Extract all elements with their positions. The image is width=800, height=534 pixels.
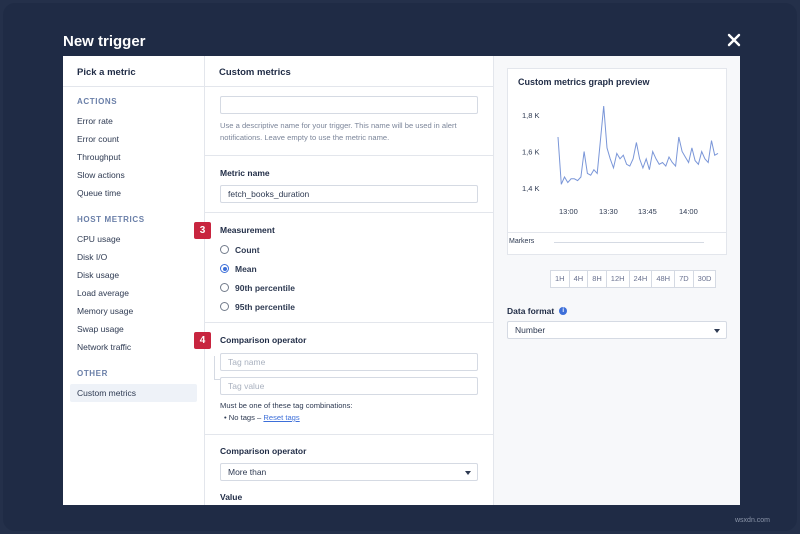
y-tick-label: 1,8 K: [522, 111, 540, 120]
measurement-option-mean[interactable]: Mean: [220, 259, 478, 278]
sidebar-item-error-count[interactable]: Error count: [63, 130, 204, 148]
sidebar-item-slow-actions[interactable]: Slow actions: [63, 166, 204, 184]
sidebar-item-error-rate[interactable]: Error rate: [63, 112, 204, 130]
data-format-value: Number: [515, 325, 546, 335]
comparison-section: Comparison operator More than Value: [205, 435, 493, 502]
reset-tags-link[interactable]: Reset tags: [263, 413, 299, 422]
x-tick-label: 13:00: [559, 207, 578, 216]
graph-preview-card: Custom metrics graph preview 1,8 K 1,6 K1…: [507, 68, 727, 255]
y-tick-label: 1,4 K: [522, 184, 540, 193]
radio-label: 95th percentile: [235, 301, 295, 312]
sidebar-item-throughput[interactable]: Throughput: [63, 148, 204, 166]
series-line: [557, 106, 719, 185]
sidebar-item-custom-metrics[interactable]: Custom metrics: [70, 384, 197, 402]
nav-section-actions: ACTIONS: [77, 97, 118, 106]
markers-divider: [508, 232, 726, 233]
trigger-name-input[interactable]: [220, 96, 478, 114]
tags-bullet: • No tags – Reset tags: [220, 412, 478, 424]
metric-name-input[interactable]: fetch_books_duration: [220, 185, 478, 203]
custom-metrics-header: Custom metrics: [205, 56, 493, 87]
range-button-7d[interactable]: 7D: [675, 271, 694, 287]
radio-button[interactable]: [220, 264, 229, 273]
modal-title: New trigger: [63, 33, 146, 50]
sidebar-item-cpu-usage[interactable]: CPU usage: [63, 230, 204, 248]
nav-section-host-metrics: HOST METRICS: [77, 215, 145, 224]
metric-picker-header: Pick a metric: [63, 56, 204, 87]
trigger-panel: Pick a metric ACTIONS Error rate Error cou…: [63, 56, 740, 505]
measurement-option-95th-percentile[interactable]: 95th percentile: [220, 297, 478, 316]
time-range-selector: 1H 4H 8H 12H 24H 48H 7D 30D: [550, 270, 717, 288]
metrics-chart: 1,8 K 1,6 K 1,4 K 13:00 13:30 13:45 14:00: [522, 106, 719, 216]
nav-section-other: OTHER: [77, 369, 108, 378]
data-format-label-row: Data format i: [507, 306, 568, 316]
sidebar-item-memory-usage[interactable]: Memory usage: [63, 302, 204, 320]
watermark: wsxdn.com: [735, 517, 771, 524]
measurement-label: Measurement: [220, 225, 275, 235]
measurement-option-count[interactable]: Count: [220, 240, 478, 259]
x-tick-label: 14:00: [679, 207, 698, 216]
close-icon[interactable]: [727, 33, 741, 47]
measurement-option-90th-percentile[interactable]: 90th percentile: [220, 278, 478, 297]
range-button-48h[interactable]: 48H: [652, 271, 676, 287]
preview-panel: Custom metrics graph preview 1,8 K 1,6 K1…: [494, 56, 740, 505]
y-tick-label: 1,6 K: [522, 148, 540, 157]
value-label: Value: [220, 492, 243, 502]
trigger-name-help: Use a descriptive name for your trigger.…: [220, 121, 457, 142]
range-button-30d[interactable]: 30D: [694, 271, 716, 287]
comparison-label: Comparison operator: [220, 446, 307, 456]
comparison-value: More than: [228, 467, 267, 477]
step-badge-3: 3: [194, 222, 211, 239]
chevron-down-icon: [714, 329, 720, 333]
metric-name-label: Metric name: [220, 168, 270, 178]
range-button-4h[interactable]: 4H: [570, 271, 589, 287]
chevron-down-icon: [465, 471, 471, 475]
radio-button[interactable]: [220, 283, 229, 292]
sidebar-item-network-traffic[interactable]: Network traffic: [63, 338, 204, 356]
x-tick-label: 13:45: [638, 207, 657, 216]
data-format-select[interactable]: Number: [507, 321, 727, 339]
tag-tree-connector: [214, 356, 220, 380]
radio-button[interactable]: [220, 245, 229, 254]
markers-track: [554, 242, 704, 243]
trigger-name-section: Use a descriptive name for your trigger.…: [205, 87, 493, 156]
data-format-label: Data format: [507, 306, 555, 316]
tags-note: Must be one of these tag combinations:: [220, 401, 353, 410]
measurement-section: 3 Measurement Count Mean 90th percentile 95…: [194, 213, 493, 323]
info-icon[interactable]: i: [559, 307, 568, 315]
metric-nav: ACTIONS Error rate Error count Throughput Sl…: [63, 97, 204, 402]
measurement-options: Count Mean 90th percentile 95th percentile: [220, 240, 478, 316]
radio-button[interactable]: [220, 302, 229, 311]
comparison-select[interactable]: More than: [220, 463, 478, 481]
custom-metrics-form: Custom metrics Use a descriptive name fo…: [194, 56, 494, 505]
sidebar-item-swap-usage[interactable]: Swap usage: [63, 320, 204, 338]
x-tick-label: 13:30: [599, 207, 618, 216]
metric-name-section: Metric name fetch_books_duration: [205, 156, 493, 213]
tag-value-input[interactable]: Tag value: [220, 377, 478, 395]
sidebar-item-queue-time[interactable]: Queue time: [63, 184, 204, 202]
sidebar-item-disk-usage[interactable]: Disk usage: [63, 266, 204, 284]
tags-section: 4 Comparison operator Tag name Tag value…: [194, 323, 493, 435]
range-button-24h[interactable]: 24H: [630, 271, 653, 287]
tags-label: Comparison operator: [220, 335, 307, 345]
markers-label: Markers: [509, 238, 535, 245]
radio-label: Count: [235, 244, 260, 255]
range-button-8h[interactable]: 8H: [588, 271, 607, 287]
no-tags-text: • No tags –: [224, 413, 262, 422]
graph-title: Custom metrics graph preview: [518, 77, 650, 87]
radio-label: Mean: [235, 263, 257, 274]
metric-picker: Pick a metric ACTIONS Error rate Error cou…: [63, 56, 205, 505]
tag-name-input[interactable]: Tag name: [220, 353, 478, 371]
step-badge-4: 4: [194, 332, 211, 349]
range-button-12h[interactable]: 12H: [607, 271, 630, 287]
radio-label: 90th percentile: [235, 282, 295, 293]
sidebar-item-disk-i-o[interactable]: Disk I/O: [63, 248, 204, 266]
sidebar-item-load-average[interactable]: Load average: [63, 284, 204, 302]
range-button-1h[interactable]: 1H: [551, 271, 570, 287]
